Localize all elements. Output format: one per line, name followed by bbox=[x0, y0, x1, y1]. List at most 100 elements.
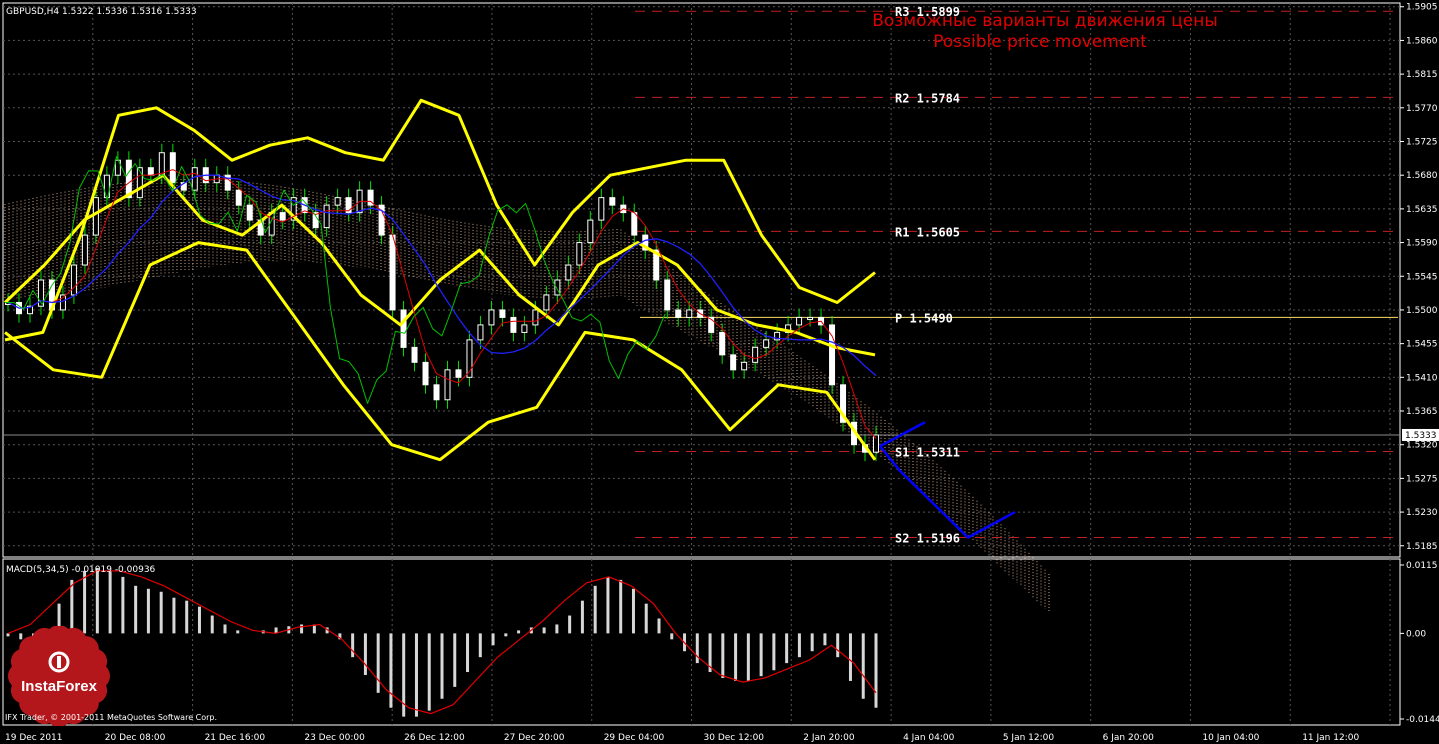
candle-body bbox=[510, 316, 517, 333]
candle-body bbox=[455, 369, 462, 378]
price-tick-label: 1.5275 bbox=[1406, 474, 1438, 484]
candle-body bbox=[444, 369, 451, 401]
candle-body bbox=[81, 234, 88, 266]
time-label: 21 Dec 16:00 bbox=[205, 733, 266, 743]
time-label: 5 Jan 12:00 bbox=[1003, 733, 1055, 743]
candle-body bbox=[587, 219, 594, 244]
time-label: 2 Jan 20:00 bbox=[803, 733, 855, 743]
price-tick-label: 1.5770 bbox=[1406, 104, 1438, 114]
current-price-label: 1.5333 bbox=[1405, 431, 1437, 441]
macd-tick-label: 0.00 bbox=[1406, 629, 1426, 639]
logo-gear-bar bbox=[57, 656, 61, 668]
candle-body bbox=[477, 324, 484, 341]
macd-label: MACD(5,34,5) -0.01019 -0.00936 bbox=[6, 565, 156, 575]
candle-body bbox=[543, 294, 550, 311]
forecast-up bbox=[879, 421, 926, 448]
candle-body bbox=[730, 354, 737, 371]
candle-body bbox=[323, 204, 330, 229]
candle-body bbox=[235, 189, 242, 206]
candle-body bbox=[246, 204, 253, 221]
candle-body bbox=[664, 279, 671, 311]
pivot-label-r1: R1 1.5605 bbox=[895, 225, 960, 239]
price-tick-label: 1.5905 bbox=[1406, 3, 1438, 13]
time-label: 29 Dec 04:00 bbox=[604, 733, 665, 743]
candle-body bbox=[422, 361, 429, 386]
candle-body bbox=[147, 167, 154, 176]
pivot-levels: R3 1.5899R2 1.5784R1 1.5605P 1.5490S1 1.… bbox=[635, 5, 1398, 546]
candle-body bbox=[873, 434, 879, 453]
candle-body bbox=[389, 234, 396, 311]
candle-body bbox=[400, 309, 407, 348]
candle-body bbox=[169, 152, 176, 184]
time-axis: 19 Dec 2011 20 Dec 08:00 21 Dec 16:00 23 De… bbox=[5, 733, 1359, 743]
price-tick-label: 1.5500 bbox=[1406, 306, 1438, 316]
candle-body bbox=[279, 212, 286, 221]
candle-body bbox=[763, 339, 770, 348]
tenkan-line bbox=[7, 169, 877, 439]
time-label: 4 Jan 04:00 bbox=[903, 733, 955, 743]
price-tick-label: 1.5365 bbox=[1406, 407, 1438, 417]
pivot-label-s2: S2 1.5196 bbox=[895, 532, 960, 546]
candle-body bbox=[532, 309, 539, 326]
candle-body bbox=[499, 309, 506, 318]
price-tick-label: 1.5320 bbox=[1406, 441, 1438, 451]
ichimoku-cloud bbox=[4, 178, 1050, 613]
candle-body bbox=[92, 197, 99, 236]
candle-body bbox=[609, 197, 616, 206]
pivot-label-r2: R2 1.5784 bbox=[895, 91, 960, 105]
price-tick-label: 1.5455 bbox=[1406, 340, 1438, 350]
candle-body bbox=[576, 242, 583, 266]
logo-core bbox=[19, 636, 99, 716]
time-label: 10 Jan 04:00 bbox=[1202, 733, 1259, 743]
candle-body bbox=[741, 361, 748, 371]
candle-body bbox=[796, 316, 803, 326]
candle-body bbox=[686, 309, 693, 318]
candle-body bbox=[598, 197, 605, 221]
price-tick-label: 1.5860 bbox=[1406, 36, 1438, 46]
time-label: 11 Jan 12:00 bbox=[1302, 733, 1359, 743]
candle-body bbox=[565, 264, 572, 281]
macd-tick-label: -0.0144 bbox=[1406, 715, 1439, 725]
pivot-label-p: P 1.5490 bbox=[895, 311, 953, 325]
time-label: 26 Dec 12:00 bbox=[404, 733, 465, 743]
time-label: 23 Dec 00:00 bbox=[304, 733, 365, 743]
bollinger-lower bbox=[4, 241, 877, 462]
logo-text: InstaForex bbox=[21, 678, 97, 695]
forecast-down bbox=[879, 445, 1016, 540]
price-tick-label: 1.5815 bbox=[1406, 70, 1438, 80]
candle-body bbox=[488, 309, 495, 326]
forecast-path bbox=[879, 421, 1016, 540]
candle-body bbox=[675, 309, 682, 318]
candle-body bbox=[158, 152, 165, 176]
copyright-text: IFX Trader, © 2001-2011 MetaQuotes Softw… bbox=[5, 713, 218, 722]
price-tick-label: 1.5680 bbox=[1406, 171, 1438, 181]
candle-body bbox=[719, 331, 726, 356]
price-tick-label: 1.5545 bbox=[1406, 272, 1438, 282]
candle-body bbox=[70, 264, 77, 296]
price-chart[interactable]: R3 1.5899R2 1.5784R1 1.5605P 1.5490S1 1.… bbox=[0, 0, 1439, 744]
annotation-ru: Возможные варианты движения цены bbox=[872, 11, 1218, 31]
bollinger-upper bbox=[4, 98, 876, 342]
time-label: 6 Jan 20:00 bbox=[1103, 733, 1155, 743]
price-tick-label: 1.5590 bbox=[1406, 239, 1438, 249]
price-tick-label: 1.5410 bbox=[1406, 373, 1438, 383]
candle-body bbox=[521, 324, 528, 333]
candle-body bbox=[191, 167, 198, 191]
candle-body bbox=[334, 197, 341, 206]
candle-body bbox=[752, 346, 759, 363]
gear-flower-icon bbox=[8, 626, 110, 726]
candle-body bbox=[411, 346, 418, 363]
annotation-en: Possible price movement bbox=[933, 32, 1147, 52]
price-axis: 1.5905 1.5860 1.5815 1.5770 1.5725 1.5680 1.56… bbox=[1400, 3, 1439, 725]
indicators bbox=[3, 98, 877, 462]
candle-body bbox=[807, 316, 814, 320]
price-tick-label: 1.5185 bbox=[1406, 542, 1438, 552]
candle-body bbox=[631, 212, 638, 236]
candle-body bbox=[433, 384, 440, 401]
price-tick-label: 1.5725 bbox=[1406, 138, 1438, 148]
time-label: 19 Dec 2011 bbox=[5, 733, 63, 743]
time-label: 30 Dec 12:00 bbox=[704, 733, 765, 743]
pivot-label-s1: S1 1.5311 bbox=[895, 445, 960, 459]
time-label: 20 Dec 08:00 bbox=[105, 733, 166, 743]
macd-tick-label: 0.0115 bbox=[1406, 561, 1438, 571]
